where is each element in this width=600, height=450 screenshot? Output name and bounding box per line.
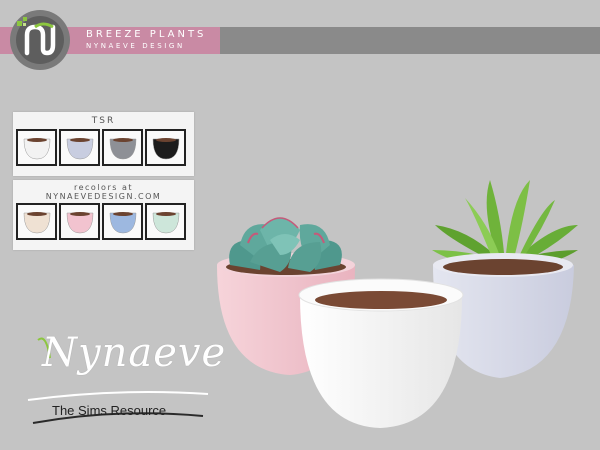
pot-thumb-cream xyxy=(23,211,50,233)
pot-thumb-light-blue xyxy=(66,137,93,159)
recolor-panel-title-line2: NYNAEVEDESIGN.COM xyxy=(45,192,162,201)
header-bar-grey xyxy=(220,27,600,54)
tsr-swatch-row xyxy=(13,129,194,166)
brand-wordmark: Nynaeve xyxy=(42,330,227,376)
swatch-pink[interactable] xyxy=(59,203,100,240)
swatch-grey[interactable] xyxy=(102,129,143,166)
swatch-cream[interactable] xyxy=(16,203,57,240)
pot-thumb-mint xyxy=(152,211,179,233)
brand-tagline: The Sims Resource xyxy=(52,403,167,418)
swatch-blue[interactable] xyxy=(102,203,143,240)
collection-title: BREEZE PLANTS xyxy=(86,29,207,40)
recolor-swatch-row xyxy=(13,203,194,240)
plant-pots-render xyxy=(217,180,578,428)
pot-thumb-black xyxy=(152,137,179,159)
tsr-panel-title: TSR xyxy=(91,116,116,126)
echeveria-plant xyxy=(229,217,342,272)
swatch-black[interactable] xyxy=(145,129,186,166)
pot-thumb-pink xyxy=(66,211,93,233)
white-pot xyxy=(298,278,464,428)
nynaeve-logo-icon xyxy=(10,10,70,70)
pot-thumb-grey xyxy=(109,137,136,159)
tsr-swatch-panel: TSR xyxy=(13,112,194,176)
swatch-mint[interactable] xyxy=(145,203,186,240)
swatch-white[interactable] xyxy=(16,129,57,166)
swatch-light-blue[interactable] xyxy=(59,129,100,166)
pot-thumb-blue xyxy=(109,211,136,233)
recolor-swatch-panel: recolors at NYNAEVEDESIGN.COM xyxy=(13,180,194,250)
recolor-panel-title-line1: recolors at xyxy=(74,183,133,192)
designer-subtitle: NYNAEVE DESIGN xyxy=(86,42,185,50)
pot-thumb-white xyxy=(23,137,50,159)
